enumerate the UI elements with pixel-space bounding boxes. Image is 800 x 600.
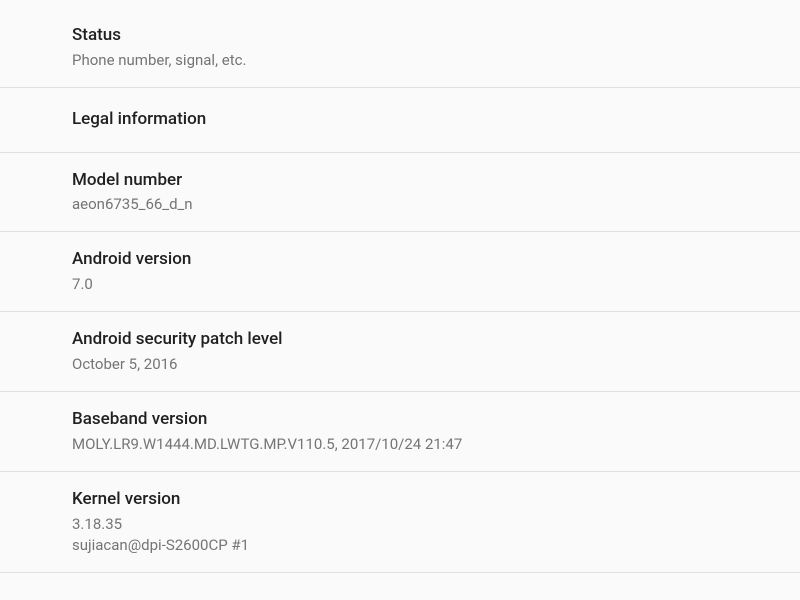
setting-subtitle: aeon6735_66_d_n	[72, 194, 784, 215]
setting-title: Status	[72, 24, 784, 48]
setting-subtitle: October 5, 2016	[72, 354, 784, 375]
setting-item-model-number[interactable]: Model number aeon6735_66_d_n	[0, 153, 800, 233]
setting-subtitle: 3.18.35	[72, 514, 784, 535]
setting-title: Android security patch level	[72, 328, 784, 352]
setting-item-baseband-version[interactable]: Baseband version MOLY.LR9.W1444.MD.LWTG.…	[0, 392, 800, 472]
about-phone-settings-list: Status Phone number, signal, etc. Legal …	[0, 0, 800, 573]
setting-title: Kernel version	[72, 488, 784, 512]
setting-item-status[interactable]: Status Phone number, signal, etc.	[0, 8, 800, 88]
setting-subtitle: MOLY.LR9.W1444.MD.LWTG.MP.V110.5, 2017/1…	[72, 434, 784, 455]
setting-subtitle-line2: sujiacan@dpi-S2600CP #1	[72, 535, 784, 556]
setting-title: Legal information	[72, 104, 784, 136]
setting-item-security-patch-level[interactable]: Android security patch level October 5, …	[0, 312, 800, 392]
setting-title: Model number	[72, 169, 784, 193]
setting-item-android-version[interactable]: Android version 7.0	[0, 232, 800, 312]
setting-title: Android version	[72, 248, 784, 272]
setting-title: Baseband version	[72, 408, 784, 432]
setting-subtitle: 7.0	[72, 274, 784, 295]
setting-subtitle: Phone number, signal, etc.	[72, 50, 784, 71]
setting-item-kernel-version[interactable]: Kernel version 3.18.35 sujiacan@dpi-S260…	[0, 472, 800, 573]
setting-item-legal-information[interactable]: Legal information	[0, 88, 800, 153]
